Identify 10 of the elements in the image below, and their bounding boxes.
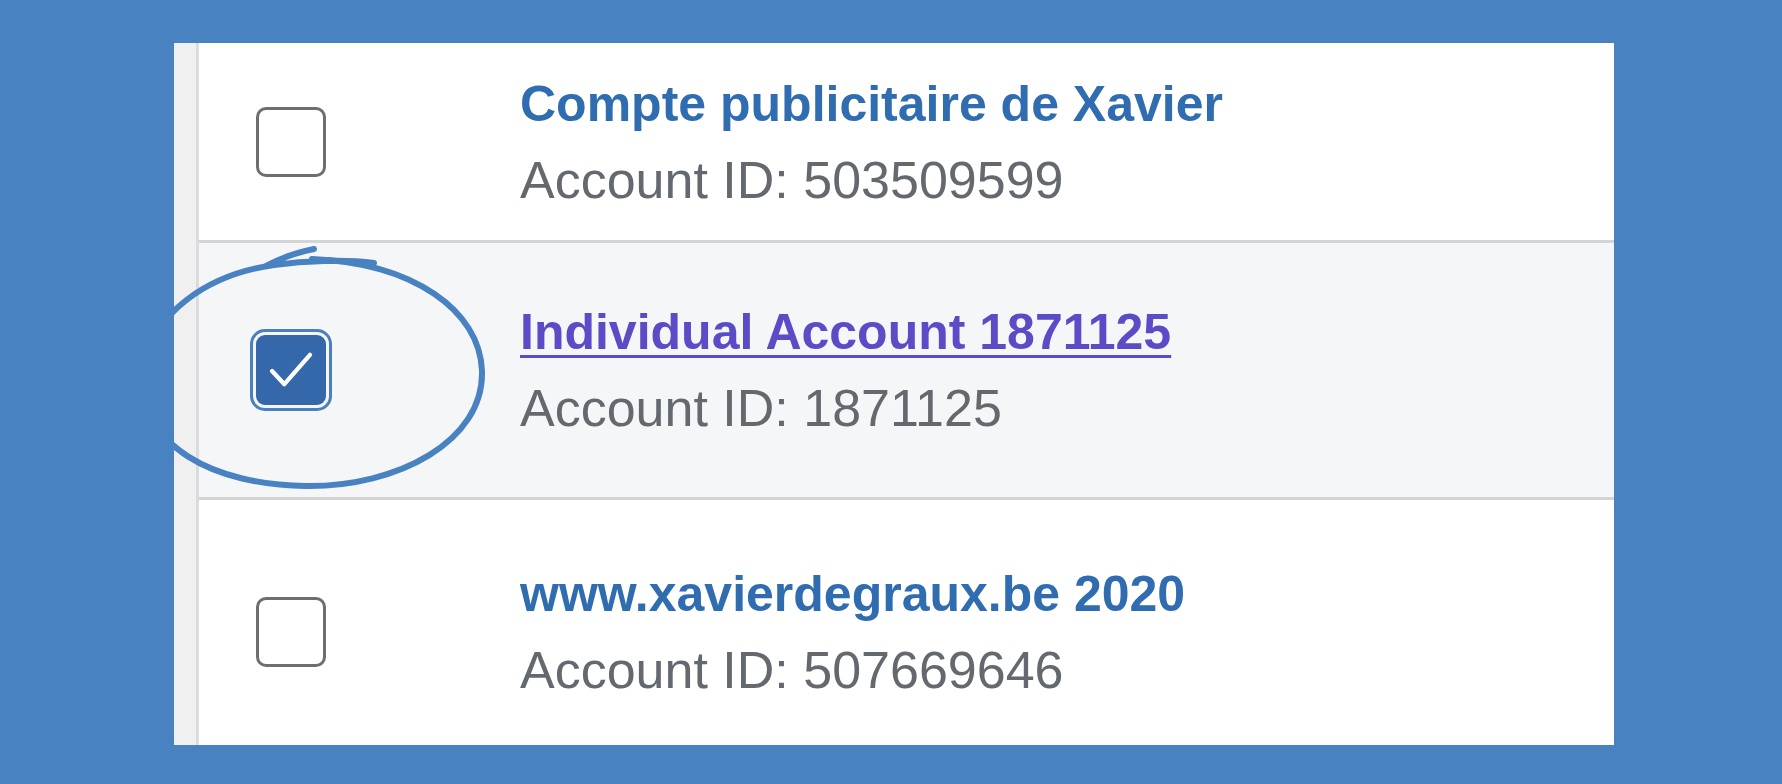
checkbox[interactable] xyxy=(256,106,326,177)
checkmark-icon xyxy=(269,352,313,388)
account-id-text: Account ID: 507669646 xyxy=(520,639,1064,701)
account-link[interactable]: www.xavierdegraux.be 2020 xyxy=(520,555,1186,632)
account-id-text: Account ID: 1871125 xyxy=(520,378,1002,439)
checkbox[interactable] xyxy=(256,596,326,667)
account-id-text: Account ID: 503509599 xyxy=(520,149,1064,211)
account-link[interactable]: Compte publicitaire de Xavier xyxy=(520,65,1223,142)
checkbox[interactable] xyxy=(250,329,332,411)
account-link[interactable]: Individual Account 1871125 xyxy=(520,294,1172,370)
